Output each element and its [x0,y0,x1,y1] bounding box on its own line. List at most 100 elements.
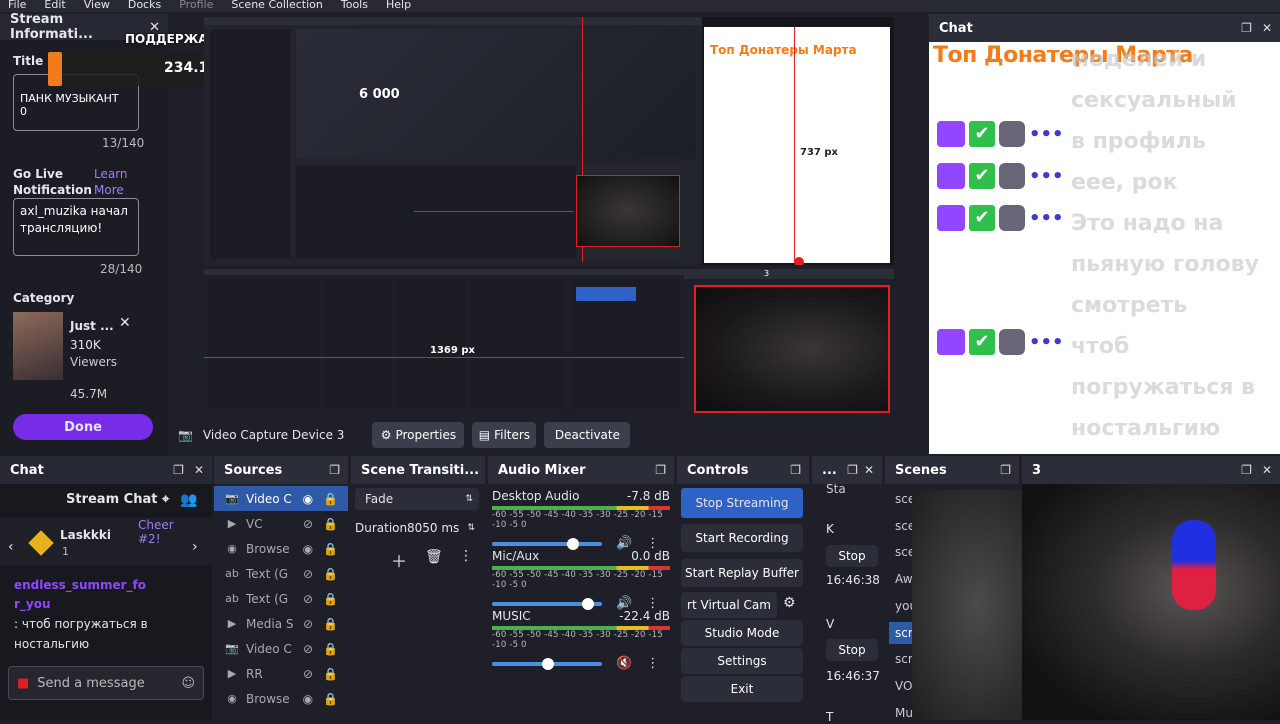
pin-icon: ⌖ [161,492,170,507]
source-item[interactable]: ▶ RR ⊘ 🔒 [214,661,348,686]
eye-icon[interactable]: ◉ [303,692,313,706]
volume-slider[interactable] [492,537,602,550]
virtual-cam-button[interactable]: rt Virtual Cam [681,592,777,618]
close-icon[interactable]: ✕ [1262,21,1272,35]
properties-button[interactable]: ⚙ Properties [372,422,465,448]
chevron-right-icon[interactable]: › [192,539,198,555]
eye-icon[interactable]: ◉ [303,542,313,556]
menu-docks[interactable]: Docks [128,0,161,11]
source-item[interactable]: ab Text (G ⊘ 🔒 [214,586,348,611]
close-icon[interactable]: ✕ [864,463,874,477]
menu-scene-collection[interactable]: Scene Collection [231,0,322,11]
eye-icon[interactable]: ⊘ [303,667,313,681]
nested-chat-overlay [704,27,890,263]
source-item[interactable]: 📷 Video C ◉ 🔒 [214,486,348,511]
lock-icon[interactable]: 🔒 [323,617,338,631]
undock-icon[interactable]: ❐ [1000,463,1011,477]
eye-icon[interactable]: ⊘ [303,517,313,531]
close-icon[interactable]: ✕ [194,463,204,477]
lock-icon[interactable]: 🔒 [323,567,338,581]
category-remove-icon[interactable]: ✕ [119,315,131,331]
undock-icon[interactable]: ❐ [1241,21,1252,35]
chevron-left-icon[interactable]: ‹ [8,539,14,555]
preview-canvas[interactable]: 6 000 Топ Донатеры Марта 737 px 1369 px … [204,17,894,413]
lock-icon[interactable]: 🔒 [323,492,338,506]
close-icon[interactable]: ✕ [1262,463,1272,477]
more-icon[interactable]: ⋮ [459,548,473,564]
lock-icon[interactable]: 🔒 [323,542,338,556]
stop-button[interactable]: Stop [826,639,878,661]
slider-knob[interactable] [542,657,554,670]
deactivate-button[interactable]: Deactivate [544,422,631,448]
source-item[interactable]: 📷 Video C ⊘ 🔒 [214,636,348,661]
chat-msg-user[interactable]: endless_summer_fo r_you [14,576,146,614]
undock-icon[interactable]: ❐ [655,463,666,477]
lock-icon[interactable]: 🔒 [323,667,338,681]
lock-icon[interactable]: 🔒 [323,592,338,606]
undock-icon[interactable]: ❐ [329,463,340,477]
menu-edit[interactable]: Edit [44,0,65,11]
mute-icon[interactable]: 🔇 [616,656,632,671]
chevron-updown-icon[interactable]: ⇅ [467,523,475,533]
avatar [999,205,1025,231]
source-item[interactable]: ◉ Browse ◉ 🔒 [214,686,348,711]
exit-button[interactable]: Exit [681,676,803,702]
chat-line: моделей и [1071,47,1207,72]
settings-button[interactable]: Settings [681,648,803,674]
undock-icon[interactable]: ❐ [173,463,184,477]
lock-icon[interactable]: 🔒 [323,642,338,656]
stop-button[interactable]: Stop [826,545,878,567]
title-char-count: 13/140 [102,136,145,150]
mixer-channel: MUSIC -22.4 dB -60 -55 -50 -45 -40 -35 -30… [492,609,670,671]
slider-knob[interactable] [582,597,594,610]
transition-select[interactable]: Fade ⇅ [355,488,479,510]
trash-icon[interactable]: 🗑 [425,549,443,565]
send-message-input[interactable]: ■ Send a message ☺ [8,666,204,700]
source-item[interactable]: ▶ Media S ⊘ 🔒 [214,611,348,636]
source-item[interactable]: ◉ Browse ◉ 🔒 [214,536,348,561]
chat-badges-row: ✔ ••• [937,205,1064,231]
learn-more-link[interactable]: Learn More [94,166,134,198]
check-icon: ✔ [969,163,995,189]
chat-line: пьяную голову [1071,252,1259,277]
done-button[interactable]: Done [13,414,153,440]
menu-profile[interactable]: Profile [179,0,213,11]
golive-field[interactable]: axl_muzika начал трансляцию! [13,198,139,256]
properties-label: Properties [395,428,457,442]
emote-icon[interactable]: ☺ [181,676,195,691]
stop-label: Stop [838,643,866,657]
menu-view[interactable]: View [84,0,110,11]
menu-tools[interactable]: Tools [341,0,368,11]
lock-icon[interactable]: 🔒 [323,692,338,706]
eye-icon[interactable]: ⊘ [303,567,313,581]
camera-icon: 📷 [178,428,193,442]
studio-mode-button[interactable]: Studio Mode [681,620,803,646]
duration-input[interactable]: 8050 ms ⇅ [407,517,475,539]
undock-icon[interactable]: ❐ [847,463,858,477]
users-icon[interactable]: 👥 [180,492,197,508]
stop-streaming-button[interactable]: Stop Streaming [681,488,803,518]
source-name: RR [246,666,263,681]
add-icon[interactable]: ＋ [391,548,407,572]
volume-slider[interactable] [492,657,602,670]
eye-icon[interactable]: ⊘ [303,617,313,631]
menu-help[interactable]: Help [386,0,411,11]
start-recording-button[interactable]: Start Recording [681,524,803,552]
webcam-feed [1022,484,1280,720]
more-icon[interactable]: ⋮ [646,656,659,671]
gear-icon[interactable]: ⚙ [783,595,796,611]
source-item[interactable]: ab Text (G ⊘ 🔒 [214,561,348,586]
eye-icon[interactable]: ◉ [303,492,313,506]
lock-icon[interactable]: 🔒 [323,517,338,531]
source-item[interactable]: ▶ VC ⊘ 🔒 [214,511,348,536]
eye-icon[interactable]: ⊘ [303,592,313,606]
menu-file[interactable]: File [8,0,26,11]
play-icon: ▶ [227,617,237,630]
volume-slider[interactable] [492,597,602,610]
undock-icon[interactable]: ❐ [1241,463,1252,477]
start-replay-buffer-button[interactable]: Start Replay Buffer [681,559,803,587]
eye-icon[interactable]: ⊘ [303,642,313,656]
slider-knob[interactable] [567,537,579,550]
filters-button[interactable]: ▤ Filters [472,422,537,448]
undock-icon[interactable]: ❐ [790,463,801,477]
